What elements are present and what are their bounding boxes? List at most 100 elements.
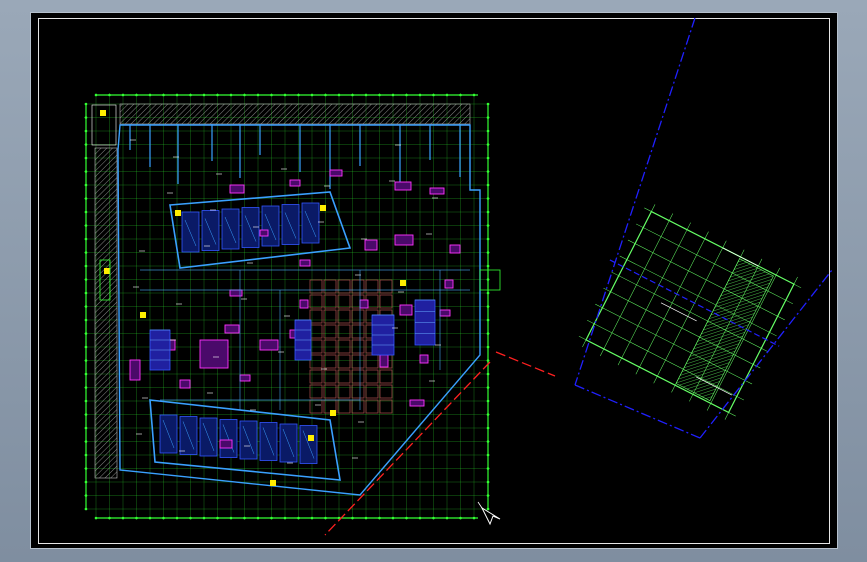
grid-bubble <box>486 494 490 497</box>
grid-bubble <box>486 170 490 173</box>
hall-bay <box>337 339 351 354</box>
ucs-icon <box>477 501 501 526</box>
grid-bubble <box>486 102 490 106</box>
annex-floor-plan[interactable] <box>569 198 811 427</box>
toilet-stall <box>301 202 320 244</box>
fixture-yellow <box>140 312 146 318</box>
property-line-blue <box>574 384 701 439</box>
grid-bubble <box>486 291 490 295</box>
grid-bubble <box>472 93 476 97</box>
hall-bay <box>351 279 365 294</box>
hall-bay <box>379 279 393 294</box>
grid-bubble <box>84 251 88 254</box>
grid-bubble <box>472 516 476 520</box>
perimeter-wall-top <box>119 103 471 125</box>
grid-bubble <box>486 210 490 214</box>
room-tag <box>409 399 425 407</box>
grid-bubble <box>405 516 408 520</box>
hall-bay <box>323 354 337 369</box>
grid-bubble <box>459 93 462 97</box>
toilet-stall <box>281 204 300 245</box>
grid-bubble <box>121 516 125 520</box>
grid-bubble <box>189 93 192 97</box>
grid-bubble <box>486 467 490 470</box>
hall-bay <box>337 384 351 399</box>
grid-bubble <box>243 516 246 520</box>
hall-bay <box>365 399 379 414</box>
grid-bubble <box>202 516 206 520</box>
room-tag <box>419 354 429 364</box>
grid-bubble <box>486 413 490 416</box>
grid-bubble <box>84 143 88 146</box>
grid-bubble <box>84 210 88 214</box>
grid-bubble <box>378 93 381 97</box>
grid-bubble <box>297 93 300 97</box>
grid-bubble <box>84 318 88 322</box>
room-tag <box>219 439 233 449</box>
grid-bubble <box>84 440 88 443</box>
grid-bubble <box>84 453 88 457</box>
hall-bay <box>351 324 365 339</box>
grid-bubble <box>486 251 490 254</box>
grid-bubble <box>84 129 88 133</box>
hall-bay <box>351 399 365 414</box>
grid-bubble <box>148 516 152 520</box>
hall-bay <box>323 279 337 294</box>
floor-plan-drawing[interactable] <box>0 0 867 562</box>
grid-bubble <box>202 93 206 97</box>
grid-bubble <box>486 399 490 403</box>
grid-bubble <box>84 359 88 362</box>
room-tag <box>289 179 301 187</box>
grid-bubble <box>94 93 98 97</box>
arrow-cursor-icon <box>480 506 501 526</box>
hall-bay <box>323 294 337 309</box>
hall-bay <box>379 384 393 399</box>
grid-bubble <box>135 93 138 97</box>
grid-bubble <box>337 93 341 97</box>
grid-bubble <box>84 278 88 281</box>
grid-bubble <box>148 93 152 97</box>
grid-bubble <box>256 516 260 520</box>
main-floor-plan[interactable] <box>84 93 501 520</box>
hall-bay <box>351 354 365 369</box>
fixture-yellow <box>270 480 276 486</box>
cad-viewport[interactable] <box>0 0 867 562</box>
room-tag <box>399 304 413 316</box>
hall-bay <box>323 309 337 324</box>
grid-bubble <box>84 197 88 200</box>
grid-bubble <box>391 93 395 97</box>
grid-bubble <box>84 332 88 335</box>
grid-bubble <box>189 516 192 520</box>
annex-label-mark <box>660 302 697 322</box>
grid-bubble <box>175 93 179 97</box>
grid-bubble <box>84 426 88 430</box>
fixture-yellow <box>308 435 314 441</box>
grid-bubble <box>486 264 490 268</box>
hall-bay <box>323 324 337 339</box>
hall-bay <box>337 399 351 414</box>
toilet-stall <box>261 205 280 247</box>
grid-bubble <box>445 93 449 97</box>
grid-bubble <box>84 372 88 376</box>
room-tag <box>199 339 229 369</box>
grid-bubble <box>445 516 449 520</box>
grid-bubble <box>486 129 490 133</box>
grid-bubble <box>84 345 88 349</box>
grid-bubble <box>486 453 490 457</box>
grid-bubble <box>364 93 368 97</box>
grid-bubble <box>84 224 88 227</box>
grid-bubble <box>351 516 354 520</box>
room-tag <box>394 181 412 191</box>
room-tag <box>444 279 454 289</box>
grid-bubble <box>84 305 88 308</box>
ucs-axis <box>477 501 483 509</box>
grid-bubble <box>84 386 88 389</box>
grid-bubble <box>84 507 88 511</box>
grid-bubble <box>486 278 490 281</box>
hall-bay <box>351 384 365 399</box>
toilet-stall <box>241 207 260 248</box>
room-tag <box>364 239 378 251</box>
fixture-yellow <box>330 410 336 416</box>
grid-bubble <box>84 102 88 106</box>
hall-bay <box>323 339 337 354</box>
